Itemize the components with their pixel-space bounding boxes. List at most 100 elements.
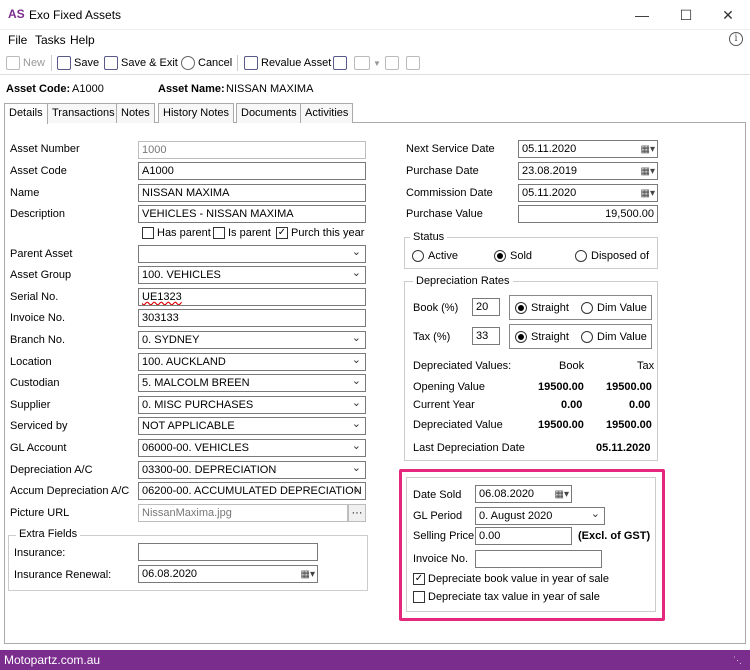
serial-no-field[interactable]: UE1323 [138,288,366,306]
opening-value-tax: 19500.00 [606,381,652,393]
current-year-book: 0.00 [561,399,583,411]
branch-no-combo[interactable]: 0. SYDNEY [138,331,366,349]
info-icon[interactable]: i [729,32,743,46]
browse-button[interactable]: ··· [348,504,366,522]
last-depreciation-date-label: Last Depreciation Date [413,442,525,454]
app-logo: AS [8,7,25,21]
tax-straight-radio[interactable]: Straight [515,331,569,343]
minimize-button[interactable]: — [632,6,652,24]
asset-code-header-label: Asset Code: [6,83,71,95]
next-service-date-field[interactable]: 05.11.2020 ▦▾ [518,140,658,158]
branch-no-label: Branch No. [10,334,66,346]
menu-help[interactable]: Help [70,33,95,47]
has-parent-checkbox[interactable]: Has parent [142,227,211,239]
purch-this-year-checkbox[interactable]: ✓ Purch this year [276,227,364,239]
tab-transactions[interactable]: Transactions [47,103,120,123]
asset-group-label: Asset Group [10,269,72,281]
supplier-label: Supplier [10,399,51,411]
picture-url-label: Picture URL [10,507,70,519]
save-exit-button[interactable]: Save & Exit [104,55,178,71]
tax-rate-label: Tax (%) [413,331,451,343]
asset-name-header-value: NISSAN MAXIMA [226,83,314,95]
depreciated-values-title: Depreciated Values: [413,360,512,372]
asset-code-field[interactable]: A1000 [138,162,366,180]
purchase-value-label: Purchase Value [406,208,483,220]
tab-notes[interactable]: Notes [116,103,155,123]
calendar-dropdown-icon[interactable]: ▦▾ [641,164,655,179]
book-rate-field[interactable]: 20 [472,298,500,316]
asset-code-label: Asset Code [10,165,67,177]
custodian-label: Custodian [10,377,60,389]
current-year-tax: 0.00 [629,399,651,411]
close-button[interactable]: ✕ [718,6,738,24]
tax-dim-value-radio[interactable]: Dim Value [581,331,647,343]
calendar-icon [333,56,347,70]
calendar-dropdown-icon[interactable]: ▦▾ [301,567,315,582]
tax-rate-field[interactable]: 33 [472,327,500,345]
tab-activities[interactable]: Activities [300,103,354,123]
current-year-label: Current Year [413,399,475,411]
next-service-date-label: Next Service Date [406,143,495,155]
location-combo[interactable]: 100. AUCKLAND [138,353,366,371]
supplier-combo[interactable]: 0. MISC PURCHASES [138,396,366,414]
new-button[interactable]: New [6,55,45,71]
insurance-label: Insurance: [14,547,66,559]
calendar-dropdown-icon[interactable]: ▦▾ [641,142,655,157]
maximize-button[interactable]: ☐ [676,6,696,24]
menu-tasks[interactable]: Tasks [35,33,66,47]
gl-account-combo[interactable]: 06000-00. VEHICLES [138,439,366,457]
book-straight-radio[interactable]: Straight [515,302,569,314]
save-button[interactable]: Save [57,55,99,71]
accum-depreciation-combo[interactable]: 06200-00. ACCUMULATED DEPRECIATION [138,482,366,500]
revalue-icon [244,56,258,70]
serviced-by-label: Serviced by [10,420,68,432]
picture-url-field: NissanMaxima.jpg [138,504,348,522]
toolbar-separator [237,55,238,71]
purchase-value-field[interactable]: 19,500.00 [518,205,658,223]
tab-history-notes[interactable]: History Notes [158,103,235,123]
custodian-combo[interactable]: 5. MALCOLM BREEN [138,374,366,392]
insurance-field[interactable] [138,543,318,561]
insurance-renewal-label: Insurance Renewal: [14,569,112,581]
insurance-renewal-date[interactable]: 06.08.2020 ▦▾ [138,565,318,583]
commission-date-field[interactable]: 05.11.2020 ▦▾ [518,184,658,202]
resize-grip-icon[interactable]: ⋱ [733,654,745,666]
name-label: Name [10,187,40,199]
menu-file[interactable]: File [8,33,27,47]
status-sold-radio[interactable]: Sold [494,250,532,262]
calendar-dropdown-icon[interactable]: ▦▾ [641,186,655,201]
location-label: Location [10,356,52,368]
parent-asset-combo[interactable] [138,245,366,263]
sale-highlight-box [399,469,665,621]
is-parent-checkbox[interactable]: Is parent [213,227,271,239]
calendar-button[interactable] [333,55,347,71]
save-icon [57,56,71,70]
tab-documents[interactable]: Documents [236,103,302,123]
status-disposed-radio[interactable]: Disposed of [575,250,649,262]
asset-number-field: 1000 [138,141,366,159]
parent-asset-label: Parent Asset [10,248,73,260]
purchase-date-field[interactable]: 23.08.2019 ▦▾ [518,162,658,180]
name-field[interactable]: NISSAN MAXIMA [138,184,366,202]
invoice-no-field[interactable]: 303133 [138,309,366,327]
asset-group-combo[interactable]: 100. VEHICLES [138,266,366,284]
asset-code-header-value: A1000 [72,83,104,95]
status-bar [0,650,750,670]
tab-details[interactable]: Details [4,103,48,124]
depreciation-ac-combo[interactable]: 03300-00. DEPRECIATION [138,461,366,479]
serviced-by-combo[interactable]: NOT APPLICABLE [138,417,366,435]
image-button[interactable] [385,55,399,71]
status-active-radio[interactable]: Active [412,250,458,262]
book-dim-value-radio[interactable]: Dim Value [581,302,647,314]
printer-icon [354,56,370,70]
depreciated-value-book: 19500.00 [538,419,584,431]
copy-button[interactable] [406,55,420,71]
menu-bar [0,30,750,50]
cancel-button[interactable]: Cancel [181,55,232,71]
description-field[interactable]: VEHICLES - NISSAN MAXIMA [138,205,366,223]
save-exit-icon [104,56,118,70]
image-icon [385,56,399,70]
revalue-asset-button[interactable]: Revalue Asset [244,55,331,71]
print-button[interactable]: ▼ [354,55,381,71]
book-rate-label: Book (%) [413,302,459,314]
